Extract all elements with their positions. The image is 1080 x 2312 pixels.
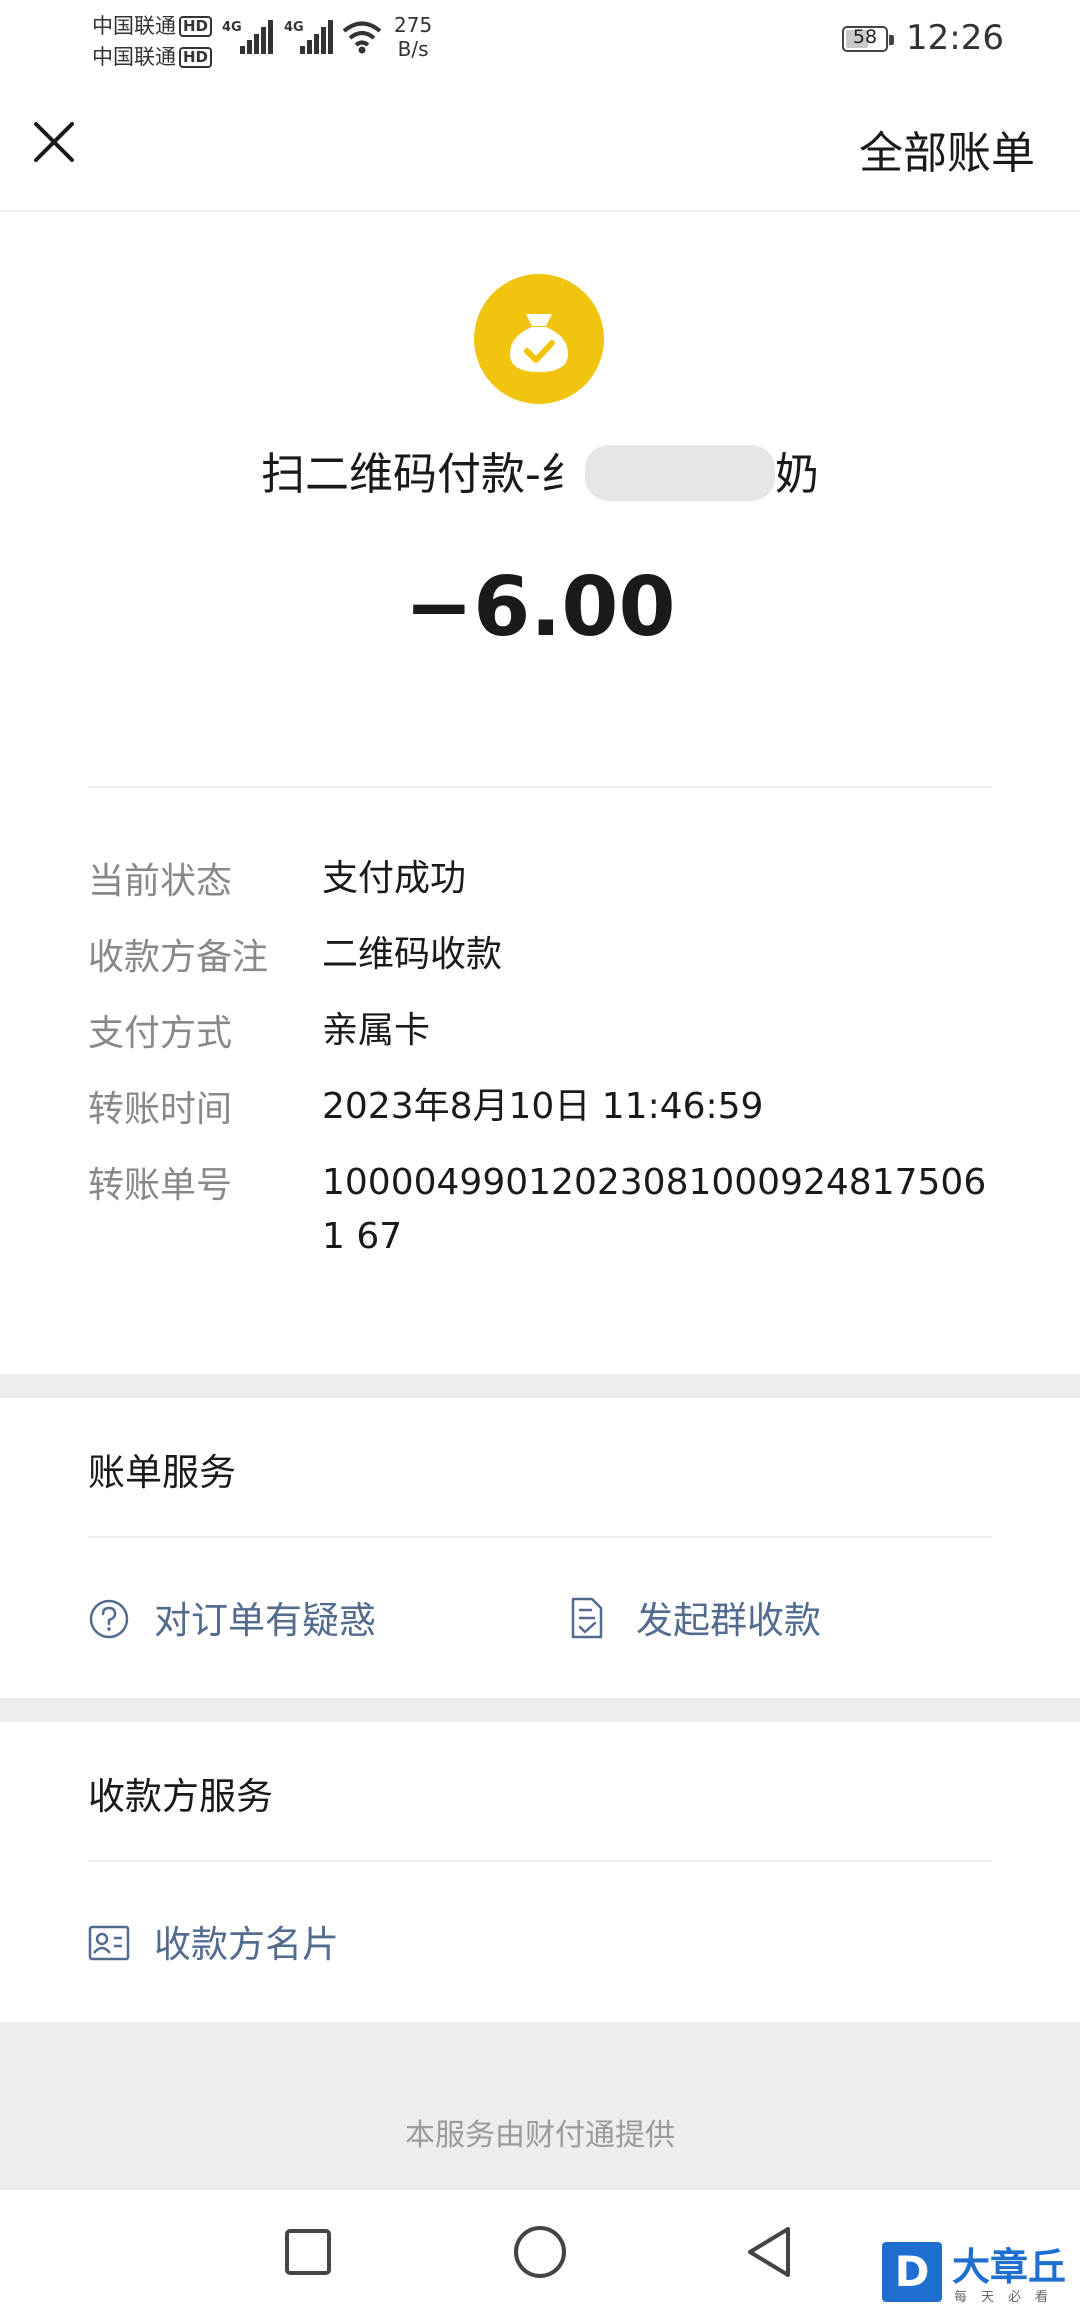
detail-row-payee-note: 收款方备注 二维码收款 bbox=[88, 928, 992, 988]
battery-level: 58 bbox=[852, 26, 878, 48]
blurred-merchant-text bbox=[584, 445, 775, 501]
carrier-1: 中国联通 HD bbox=[92, 10, 213, 40]
order-question-label: 对订单有疑惑 bbox=[154, 1599, 376, 1642]
merchant-name-prefix: 扫二维码付款-纟 bbox=[261, 449, 585, 500]
speed-value: 275 bbox=[394, 13, 433, 37]
merchant-name: 扫二维码付款-纟 奶 bbox=[0, 438, 1080, 502]
detail-value: 2023年8月10日 11:46:59 bbox=[322, 1086, 764, 1127]
hd-badge: HD bbox=[179, 16, 213, 37]
payment-amount: −6.00 bbox=[404, 560, 676, 655]
transaction-id[interactable]: 100004990120230810009248175061 67 bbox=[322, 1156, 992, 1264]
back-button[interactable] bbox=[744, 2224, 794, 2280]
merchant-name-suffix: 奶 bbox=[774, 449, 819, 500]
question-circle-icon bbox=[89, 1599, 129, 1639]
signal-1-icon bbox=[240, 20, 273, 54]
home-button[interactable] bbox=[512, 2224, 568, 2280]
footer-provider-text: 本服务由财付通提供 bbox=[405, 2118, 675, 2153]
carrier-2: 中国联通 HD bbox=[92, 41, 213, 71]
watermark-title: 大章丘 bbox=[952, 2245, 1067, 2289]
group-collect-button[interactable]: 发起群收款 bbox=[570, 1590, 890, 1650]
detail-value: 支付成功 bbox=[322, 858, 467, 899]
detail-row-status: 当前状态 支付成功 bbox=[88, 852, 992, 912]
contact-card-icon bbox=[88, 1925, 130, 1961]
detail-row-transfer-id: 转账单号 100004990120230810009248175061 67 bbox=[88, 1156, 992, 1266]
hd-badge: HD bbox=[179, 47, 213, 68]
status-bar: 中国联通 HD 中国联通 HD 4G 4G 275 B/s 58 12:26 bbox=[0, 0, 1080, 80]
detail-value: 亲属卡 bbox=[322, 1010, 431, 1051]
bill-service-title: 账单服务 bbox=[88, 1451, 236, 1494]
order-question-button[interactable]: 对订单有疑惑 bbox=[88, 1590, 448, 1650]
detail-label: 转账时间 bbox=[88, 1089, 233, 1130]
payee-card-button[interactable]: 收款方名片 bbox=[88, 1914, 408, 1974]
detail-label: 收款方备注 bbox=[88, 937, 269, 978]
watermark-logo-letter: D bbox=[882, 2242, 942, 2302]
detail-row-transfer-time: 转账时间 2023年8月10日 11:46:59 bbox=[88, 1080, 992, 1140]
payee-service-title: 收款方服务 bbox=[88, 1775, 273, 1818]
section-gap bbox=[0, 1698, 1080, 1722]
battery-icon: 58 bbox=[842, 26, 894, 52]
wifi-icon bbox=[342, 21, 382, 54]
payee-card-label: 收款方名片 bbox=[154, 1923, 339, 1966]
carrier-1-name: 中国联通 bbox=[92, 14, 176, 38]
signal-2-icon bbox=[300, 20, 333, 54]
bill-service-divider bbox=[88, 1536, 992, 1538]
detail-label: 支付方式 bbox=[88, 1013, 233, 1054]
status-time: 12:26 bbox=[906, 18, 1004, 58]
payee-service-divider bbox=[88, 1860, 992, 1862]
speed-unit: B/s bbox=[397, 37, 429, 61]
detail-label: 当前状态 bbox=[88, 861, 233, 902]
detail-row-payment-method: 支付方式 亲属卡 bbox=[88, 1004, 992, 1064]
all-bills-link[interactable]: 全部账单 bbox=[859, 117, 1035, 181]
summary-divider bbox=[88, 786, 992, 788]
section-gap bbox=[0, 1374, 1080, 1398]
top-bar: 全部账单 bbox=[0, 80, 1080, 212]
close-icon[interactable] bbox=[30, 118, 78, 166]
group-collect-label: 发起群收款 bbox=[636, 1599, 821, 1642]
document-check-icon bbox=[571, 1597, 603, 1639]
watermark-subtitle: 每天必看 bbox=[954, 2290, 1063, 2305]
detail-value: 二维码收款 bbox=[322, 934, 503, 975]
money-bag-glyph bbox=[510, 314, 568, 372]
carrier-2-name: 中国联通 bbox=[92, 45, 176, 69]
recents-button[interactable] bbox=[284, 2228, 332, 2276]
detail-label: 转账单号 bbox=[88, 1165, 233, 1206]
battery-nub bbox=[889, 35, 894, 45]
network-type-1: 4G bbox=[222, 20, 242, 35]
watermark-logo: D 大章丘 每天必看 bbox=[878, 2238, 1078, 2312]
footer-area bbox=[0, 2022, 1080, 2190]
money-bag-check-icon bbox=[474, 274, 604, 404]
network-speed: 275 B/s bbox=[394, 13, 432, 61]
